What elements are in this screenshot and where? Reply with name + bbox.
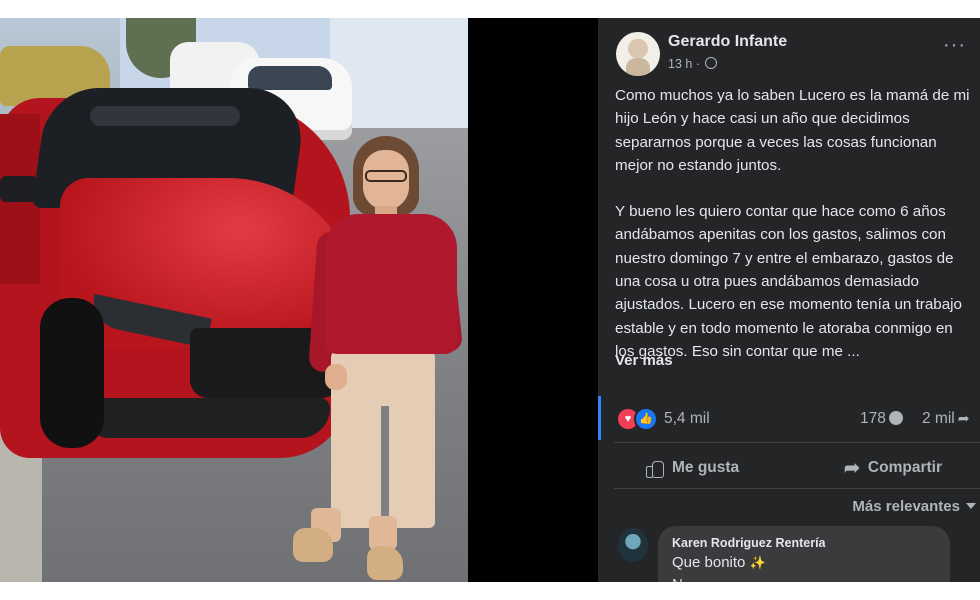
post-text: Como muchos ya lo saben Lucero es la mam… — [615, 84, 973, 386]
comment-count-value: 178 — [860, 410, 886, 427]
share-arrow-icon: ➦ — [844, 457, 860, 479]
screenshot-frame: Gerardo Infante 13 h · ··· Como muchos y… — [0, 18, 980, 582]
photo-person — [293, 136, 465, 580]
like-reaction-icon: 👍 — [634, 407, 658, 431]
like-button-label: Me gusta — [672, 459, 740, 476]
comment-text: Que bonito ✨ — [672, 554, 766, 571]
person-shoe-left — [293, 528, 333, 562]
car-bumper — [80, 398, 330, 438]
sort-label: Más relevantes — [852, 498, 960, 515]
share-button[interactable]: ➦ Compartir — [844, 450, 942, 486]
author-avatar[interactable] — [616, 32, 660, 76]
post-paragraph: Y bueno les quiero contar que hace como … — [615, 203, 963, 360]
person-hand — [325, 364, 347, 390]
comment-text-overflow: N — [672, 576, 683, 582]
comment-text-value: Que bonito — [672, 554, 746, 571]
like-button[interactable]: Me gusta — [646, 450, 739, 486]
thumb-up-icon — [646, 459, 664, 478]
comment-sort-dropdown[interactable]: Más relevantes — [852, 498, 976, 515]
share-count[interactable]: 2 mil ➦ — [922, 410, 969, 428]
post-paragraph: Como muchos ya lo saben Lucero es la mam… — [615, 87, 970, 174]
car-mirror — [0, 176, 38, 202]
post-photo[interactable] — [0, 18, 468, 582]
sparkle-icon: ✨ — [749, 555, 766, 570]
person-glasses — [365, 170, 407, 182]
see-more-link[interactable]: Ver más — [615, 352, 673, 369]
reaction-count[interactable]: 5,4 mil — [664, 410, 710, 428]
author-name[interactable]: Gerardo Infante — [668, 33, 787, 51]
globe-icon — [705, 57, 718, 69]
post-panel: Gerardo Infante 13 h · ··· Como muchos y… — [598, 18, 980, 582]
car-windshield-highlight — [90, 106, 240, 126]
share-arrow-icon: ➦ — [957, 410, 970, 426]
person-shoe-right — [367, 546, 403, 580]
commenter-name[interactable]: Karen Rodriguez Rentería — [672, 536, 826, 550]
comment-count[interactable]: 178 — [860, 410, 903, 428]
commenter-avatar[interactable] — [618, 528, 648, 562]
comment-bubble-icon — [888, 411, 903, 425]
post-time[interactable]: 13 h · — [668, 57, 700, 71]
divider — [614, 488, 980, 489]
person-leg-gap — [381, 406, 389, 528]
avatar-figure — [626, 58, 650, 76]
more-horizontal-icon[interactable]: ··· — [943, 35, 966, 55]
person-blouse — [325, 214, 457, 354]
car-wheel — [40, 298, 104, 448]
caret-down-icon — [966, 503, 976, 509]
share-count-value: 2 mil — [922, 410, 955, 427]
comment-bubble: Karen Rodriguez Rentería Que bonito ✨ N — [658, 526, 950, 582]
share-button-label: Compartir — [867, 459, 942, 476]
focus-indicator — [598, 396, 601, 440]
post-meta: 13 h · — [668, 57, 718, 71]
person-ankle-right — [369, 516, 397, 550]
divider — [614, 442, 980, 443]
